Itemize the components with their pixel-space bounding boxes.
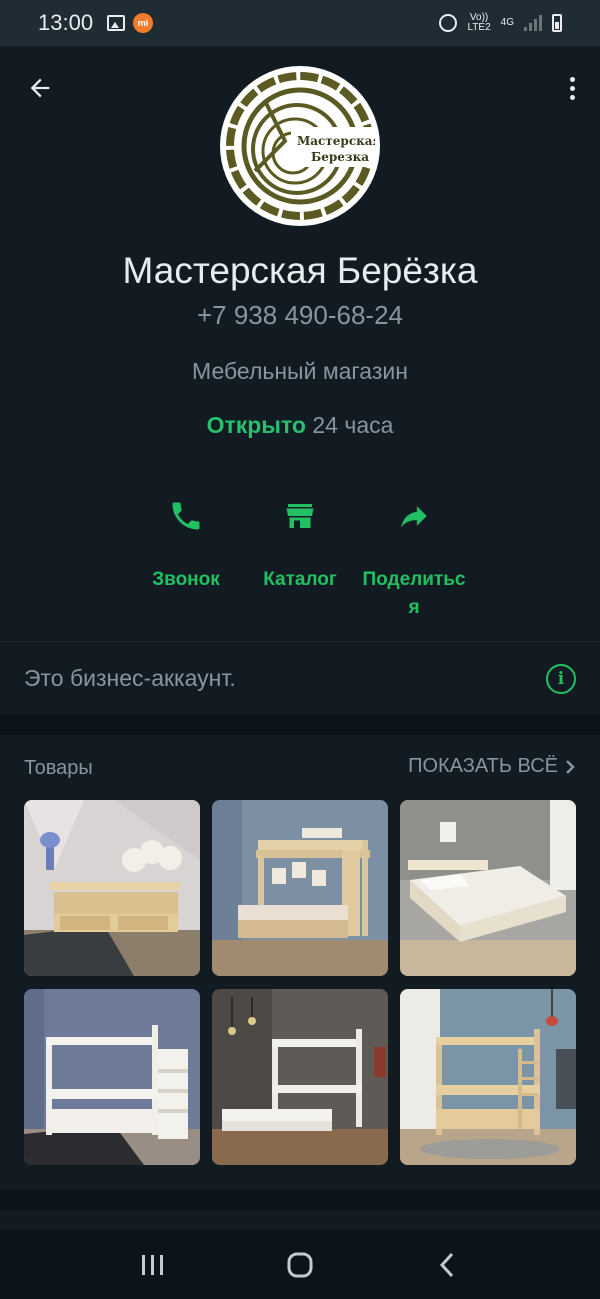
product-thumb-double-bed[interactable] (400, 800, 576, 976)
business-account-text: Это бизнес-аккаунт. (24, 665, 236, 691)
status-icons-right: Vo)) LTE2 4G (439, 13, 562, 33)
status-bar: 13:00 mi Vo)) LTE2 4G (0, 0, 600, 46)
more-options-button[interactable] (564, 72, 580, 104)
back-button[interactable] (24, 72, 56, 104)
call-button[interactable]: Звонок (126, 496, 246, 594)
product-thumb-bunk-bed-ladder[interactable] (400, 989, 576, 1165)
product-thumb-bunk-bed-stairs[interactable] (24, 989, 200, 1165)
hours-text: 24 часа (305, 412, 394, 438)
share-icon (394, 496, 434, 536)
product-thumb-loft-bed[interactable] (212, 800, 388, 976)
section-divider (0, 1190, 600, 1210)
storefront-icon (280, 496, 320, 536)
volte-indicator: Vo)) LTE2 (467, 12, 491, 33)
catalog-button[interactable]: Каталог (240, 496, 360, 594)
back-arrow-icon (30, 78, 50, 98)
avatar[interactable]: Мастерская Березка (220, 66, 380, 226)
tree-rings-logo: Мастерская Березка (226, 72, 375, 220)
product-thumb-bunk-bed-trundle[interactable] (212, 989, 388, 1165)
back-nav-button[interactable] (417, 1235, 477, 1295)
svg-text:Мастерская: Мастерская (297, 134, 375, 148)
svg-text:Березка: Березка (311, 150, 369, 164)
info-icon[interactable]: i (546, 663, 576, 694)
gallery-notification-icon (107, 15, 126, 31)
system-nav-bar (0, 1230, 600, 1299)
share-button[interactable]: Поделитьс я (354, 496, 474, 622)
products-title: Товары (24, 757, 93, 779)
profile-category: Мебельный магазин (192, 358, 408, 384)
phone-icon (166, 496, 206, 536)
catalog-label: Каталог (263, 569, 337, 590)
chevron-left-icon (439, 1252, 453, 1277)
status-icons-left: mi (107, 13, 154, 33)
products-section: Товары ПОКАЗАТЬ ВСЁ (0, 735, 600, 1190)
next-section-edge (0, 1210, 600, 1230)
alarm-icon (439, 14, 458, 32)
call-label: Звонок (152, 569, 220, 590)
status-time: 13:00 (38, 10, 94, 35)
recent-apps-icon (142, 1254, 164, 1275)
share-label: Поделитьс я (362, 569, 466, 618)
profile-header: Мастерская Березка Мастерская Берёзка +7… (0, 46, 600, 641)
product-grid (24, 800, 576, 1165)
signal-icon (524, 15, 542, 31)
profile-hours: Открыто 24 часа (0, 412, 600, 439)
chevron-right-icon (566, 759, 575, 774)
profile-name: Мастерская Берёзка (122, 250, 478, 291)
business-account-info[interactable]: Это бизнес-аккаунт. i (0, 641, 600, 715)
network-type-indicator: 4G (500, 17, 514, 28)
product-thumb-kids-bed[interactable] (24, 800, 200, 976)
recent-apps-button[interactable] (123, 1235, 183, 1295)
mi-notification-icon: mi (133, 13, 154, 33)
home-icon (287, 1252, 313, 1277)
section-divider (0, 715, 600, 735)
home-button[interactable] (270, 1235, 330, 1295)
battery-icon (552, 14, 562, 32)
profile-phone: +7 938 490-68-24 (196, 300, 403, 330)
show-all-button[interactable]: ПОКАЗАТЬ ВСЁ (408, 755, 576, 778)
open-status: Открыто (206, 412, 306, 438)
